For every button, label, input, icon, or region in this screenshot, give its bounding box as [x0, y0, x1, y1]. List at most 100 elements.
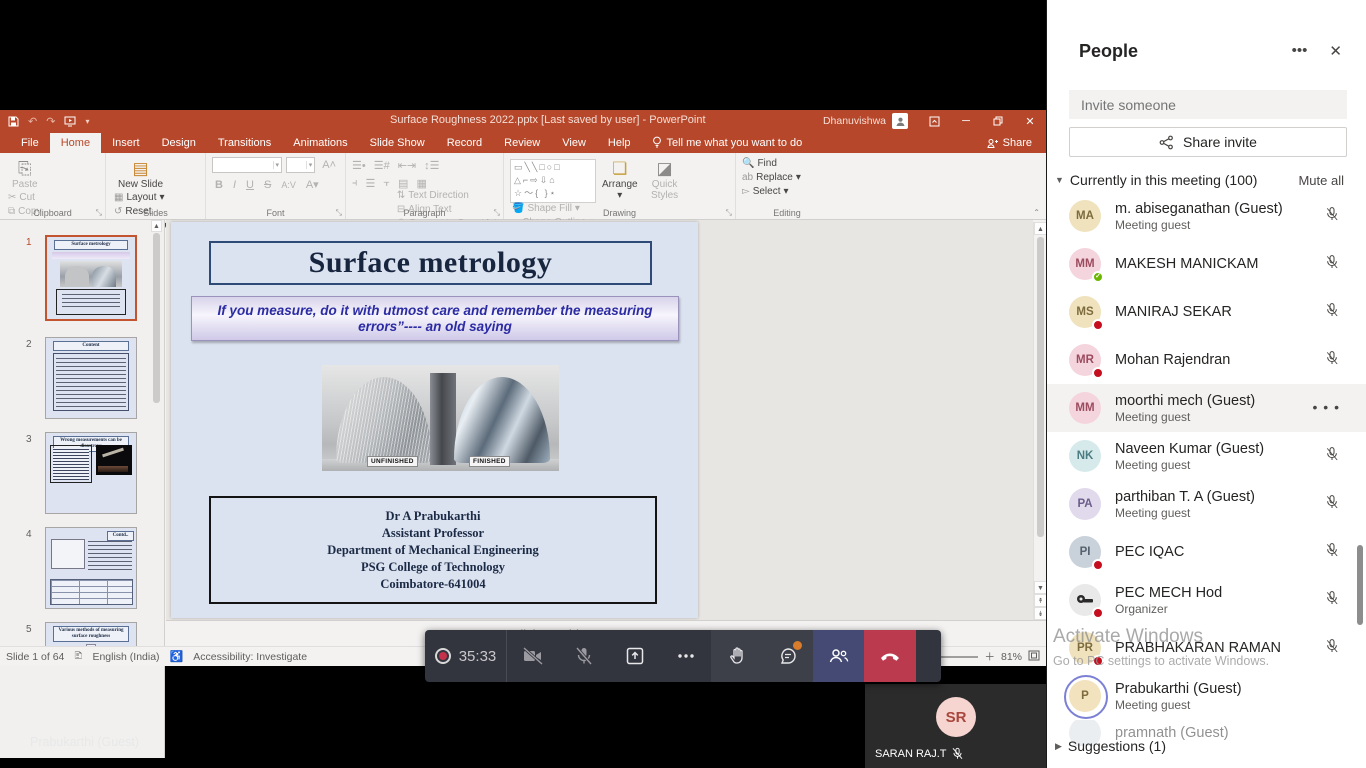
align-left-icon[interactable]: ⫞	[352, 177, 358, 190]
drawing-dialog-launcher[interactable]: ⤡	[726, 208, 732, 218]
fit-slide-icon[interactable]	[1028, 650, 1040, 664]
surface-finish-image[interactable]: UNFINISHED FINISHED	[322, 365, 559, 471]
participant-row[interactable]: P Prabukarthi (Guest) Meeting guest	[1047, 672, 1366, 720]
notes-status-icon[interactable]: 🗈	[74, 647, 82, 666]
ribbon-display-options-button[interactable]	[918, 110, 950, 132]
columns-icon[interactable]: ▦	[416, 177, 426, 190]
slideshow-from-start-icon[interactable]	[64, 116, 76, 127]
participant-mic-off-icon[interactable]	[1324, 494, 1340, 515]
mic-off-button[interactable]	[558, 630, 609, 682]
ribbon-tab-review[interactable]: Review	[493, 133, 551, 153]
select-button[interactable]: ▻Select ▾	[742, 186, 801, 197]
invite-input[interactable]	[1069, 90, 1347, 119]
raise-hand-button[interactable]	[711, 630, 762, 682]
paragraph-dialog-launcher[interactable]: ⤡	[494, 208, 500, 218]
ribbon-tab-insert[interactable]: Insert	[101, 133, 151, 153]
show-participants-button[interactable]	[813, 630, 864, 682]
participant-row[interactable]: PI PEC IQAC	[1047, 528, 1366, 576]
bullets-icon[interactable]: ☰•	[352, 159, 366, 172]
font-size-combo[interactable]: ▾	[286, 157, 315, 173]
share-invite-button[interactable]: Share invite	[1069, 127, 1347, 157]
clipboard-dialog-launcher[interactable]: ⤡	[96, 208, 102, 218]
participant-row[interactable]: MA m. abiseganathan (Guest) Meeting gues…	[1047, 192, 1366, 240]
panel-scrollbar[interactable]	[1357, 545, 1363, 625]
undo-icon[interactable]: ↶	[28, 115, 37, 128]
zoom-level[interactable]: 81%	[1001, 651, 1022, 663]
participant-mic-off-icon[interactable]	[1324, 302, 1340, 323]
line-spacing-icon[interactable]: ↕☰	[424, 159, 439, 172]
meeting-section-header[interactable]: ▼ Currently in this meeting (100) Mute a…	[1047, 170, 1366, 190]
camera-off-button[interactable]	[507, 630, 558, 682]
participant-mic-off-icon[interactable]	[1324, 254, 1340, 275]
participant-more-icon[interactable]: • • •	[1313, 399, 1340, 417]
numbering-icon[interactable]: ☰#	[374, 159, 390, 172]
participant-row[interactable]: MS MANIRAJ SEKAR	[1047, 288, 1366, 336]
strikethrough-button[interactable]: S	[261, 179, 274, 191]
ribbon-tab-transitions[interactable]: Transitions	[207, 133, 282, 153]
participant-row[interactable]: MM✓ MAKESH MANICKAM	[1047, 240, 1366, 288]
participant-mic-off-icon[interactable]	[1324, 590, 1340, 611]
align-right-icon[interactable]: ⫟	[383, 177, 390, 190]
ribbon-tab-view[interactable]: View	[551, 133, 597, 153]
font-name-combo[interactable]: ▾	[212, 157, 282, 173]
ribbon-tab-file[interactable]: File	[10, 133, 50, 153]
slide-scrollbar[interactable]: ▲ ▼ ↟ ↡	[1033, 222, 1046, 620]
collapse-ribbon-icon[interactable]: ⌃	[1033, 208, 1040, 217]
layout-button[interactable]: ▦Layout ▾	[114, 192, 168, 203]
participant-row[interactable]: PR PRABHAKARAN RAMAN	[1047, 624, 1366, 672]
panel-close-icon[interactable]: ✕	[1329, 42, 1342, 60]
share-screen-button[interactable]	[609, 630, 660, 682]
slide-thumbnail-1[interactable]: 1 Surface metrology	[0, 235, 164, 325]
underline-button[interactable]: U	[243, 179, 257, 191]
indent-icons[interactable]: ⇤⇥	[398, 159, 416, 172]
slide-editor[interactable]: Surface metrology If you measure, do it …	[171, 222, 698, 618]
ribbon-tab-home[interactable]: Home	[50, 133, 101, 153]
slide-thumbnail-4[interactable]: 4 Contd..	[0, 527, 164, 622]
cut-button[interactable]: ✂Cut	[8, 192, 88, 203]
hang-up-button[interactable]	[864, 630, 916, 682]
participant-mic-off-icon[interactable]	[1324, 542, 1340, 563]
find-button[interactable]: 🔍Find	[742, 158, 801, 169]
author-box[interactable]: Dr A Prabukarthi Assistant Professor Dep…	[209, 496, 657, 604]
close-button[interactable]: ✕	[1014, 110, 1046, 132]
ribbon-tab-help[interactable]: Help	[597, 133, 642, 153]
participant-mic-off-icon[interactable]	[1324, 206, 1340, 227]
justify-icon[interactable]: ▤	[398, 177, 408, 190]
qat-customize-icon[interactable]: ▾	[85, 117, 89, 126]
shapes-gallery[interactable]: ▭╲╲□○□△⌐⇨⇩⌂☆〜{ }⋆	[510, 159, 596, 203]
ribbon-tab-animations[interactable]: Animations	[282, 133, 358, 153]
participant-row[interactable]: NK Naveen Kumar (Guest) Meeting guest	[1047, 432, 1366, 480]
mute-all-button[interactable]: Mute all	[1298, 173, 1344, 188]
font-color-button[interactable]: A▾	[303, 178, 322, 191]
zoom-in-icon[interactable]: ＋	[984, 649, 995, 664]
share-button[interactable]: Share	[973, 133, 1046, 153]
suggestions-section-header[interactable]: ▶ Suggestions (1)	[1047, 738, 1366, 754]
more-actions-button[interactable]	[660, 630, 711, 682]
new-slide-button[interactable]: ▤New Slide	[112, 157, 169, 192]
participant-mic-off-icon[interactable]	[1324, 638, 1340, 659]
redo-icon[interactable]: ↷	[46, 115, 55, 128]
account-name[interactable]: Dhanuvishwa	[823, 115, 886, 127]
slide-thumbnail-3[interactable]: 3 Wrong measurements can be disastrous	[0, 432, 164, 527]
participant-mic-off-icon[interactable]	[1324, 350, 1340, 371]
minimize-button[interactable]: ─	[950, 110, 982, 132]
restore-button[interactable]	[982, 110, 1014, 132]
quick-styles-button[interactable]: ◪Quick Styles	[644, 157, 686, 203]
account-avatar[interactable]	[892, 113, 908, 129]
slide-title-box[interactable]: Surface metrology	[209, 241, 652, 285]
character-spacing-button[interactable]: A:V	[278, 180, 299, 190]
increase-font-icon[interactable]: A˄	[319, 159, 339, 171]
slide-thumbnail-2[interactable]: 2 Content	[0, 337, 164, 432]
accessibility-status[interactable]: Accessibility: Investigate	[193, 651, 307, 663]
tell-me-box[interactable]: Tell me what you want to do	[642, 132, 813, 153]
replace-button[interactable]: abReplace ▾	[742, 172, 801, 183]
participant-video-tile[interactable]: SR SARAN RAJ.T	[865, 684, 1046, 768]
participant-row[interactable]: PEC MECH Hod Organizer	[1047, 576, 1366, 624]
panel-more-icon[interactable]: •••	[1292, 42, 1308, 60]
slide-quote-box[interactable]: If you measure, do it with utmost care a…	[191, 296, 679, 341]
text-direction-button[interactable]: ⇅Text Direction	[397, 190, 497, 201]
bold-button[interactable]: B	[212, 179, 226, 191]
participant-row[interactable]: MR Mohan Rajendran	[1047, 336, 1366, 384]
participant-row[interactable]: PA parthiban T. A (Guest) Meeting guest	[1047, 480, 1366, 528]
ribbon-tab-design[interactable]: Design	[151, 133, 207, 153]
